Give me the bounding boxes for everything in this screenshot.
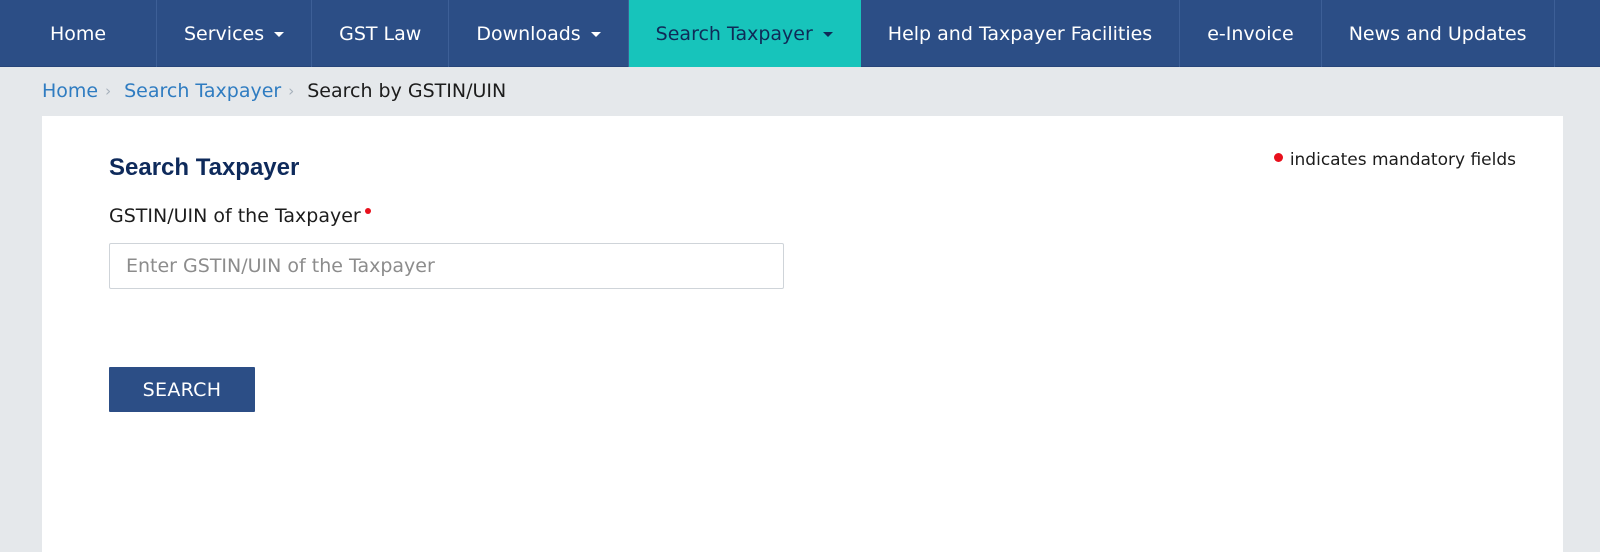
gstin-label: GSTIN/UIN of the Taxpayer xyxy=(109,205,371,227)
nav-item-label: e-Invoice xyxy=(1207,22,1294,45)
breadcrumb-search-taxpayer-link[interactable]: Search Taxpayer xyxy=(124,80,281,102)
nav-item-services[interactable]: Services xyxy=(157,0,313,67)
nav-item-news-updates[interactable]: News and Updates xyxy=(1322,0,1555,67)
caret-down-icon xyxy=(590,32,601,37)
nav-item-label: Downloads xyxy=(476,22,581,45)
nav-item-label: GST Law xyxy=(339,22,422,45)
nav-item-e-invoice[interactable]: e-Invoice xyxy=(1180,0,1322,67)
nav-item-label: Search Taxpayer xyxy=(655,22,813,45)
nav-item-label: News and Updates xyxy=(1348,22,1527,45)
nav-item-label: Home xyxy=(49,22,107,45)
nav-item-search-taxpayer[interactable]: Search Taxpayer xyxy=(628,0,861,67)
nav-item-downloads[interactable]: Downloads xyxy=(449,0,629,67)
caret-down-icon xyxy=(822,32,833,37)
nav-item-label: Help and Taxpayer Facilities xyxy=(887,22,1153,45)
main-navbar: Home Services GST Law Downloads Search T… xyxy=(0,0,1600,67)
required-dot-icon xyxy=(364,208,371,214)
mandatory-note: indicates mandatory fields xyxy=(1273,150,1516,170)
nav-item-help[interactable]: Help and Taxpayer Facilities xyxy=(861,0,1181,67)
gstin-label-text: GSTIN/UIN of the Taxpayer xyxy=(109,205,361,227)
page-title: Search Taxpayer xyxy=(109,154,300,181)
mandatory-note-text: indicates mandatory fields xyxy=(1289,150,1516,170)
search-card: Search Taxpayer indicates mandatory fiel… xyxy=(42,116,1563,552)
chevron-right-icon: › xyxy=(105,82,112,100)
search-button[interactable]: SEARCH xyxy=(109,367,255,412)
nav-item-label: Services xyxy=(184,22,265,45)
gstin-input[interactable] xyxy=(109,243,784,289)
nav-item-gst-law[interactable]: GST Law xyxy=(312,0,450,67)
nav-item-home[interactable]: Home xyxy=(0,0,157,67)
breadcrumb-home-link[interactable]: Home xyxy=(42,80,98,102)
breadcrumb: Home › Search Taxpayer › Search by GSTIN… xyxy=(42,78,506,104)
caret-down-icon xyxy=(274,32,285,37)
breadcrumb-current: Search by GSTIN/UIN xyxy=(307,80,507,102)
required-dot-icon xyxy=(1273,152,1283,162)
chevron-right-icon: › xyxy=(288,82,295,100)
nav-menu: Home Services GST Law Downloads Search T… xyxy=(0,0,1600,67)
